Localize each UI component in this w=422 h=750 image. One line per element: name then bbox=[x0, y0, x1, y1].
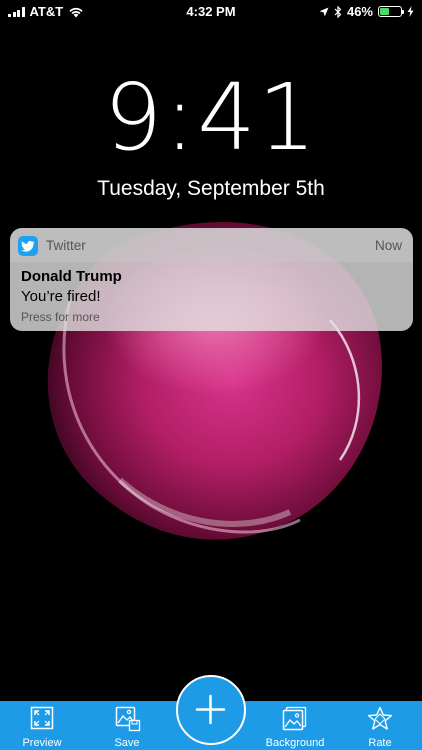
bluetooth-icon bbox=[334, 5, 342, 18]
notification-title: Donald Trump bbox=[21, 268, 122, 285]
notification-body: You’re fired! bbox=[21, 288, 101, 305]
lock-screen-date: Tuesday, September 5th bbox=[97, 177, 325, 200]
save-label: Save bbox=[114, 737, 140, 749]
add-button[interactable] bbox=[176, 675, 246, 745]
rate-button[interactable]: Rate bbox=[352, 701, 408, 750]
notification-hint: Press for more bbox=[21, 310, 100, 324]
rate-label: Rate bbox=[368, 737, 392, 749]
battery-icon bbox=[378, 6, 404, 17]
plus-icon bbox=[195, 694, 226, 725]
background-label: Background bbox=[265, 737, 325, 749]
battery-level-fill bbox=[380, 8, 390, 15]
status-right: 46% bbox=[319, 4, 414, 19]
twitter-bird-icon bbox=[18, 236, 38, 256]
save-button[interactable]: Save bbox=[96, 701, 158, 750]
location-arrow-icon bbox=[319, 7, 329, 16]
preview-label: Preview bbox=[22, 737, 62, 749]
rate-star-icon bbox=[367, 706, 393, 730]
notification-app-name: Twitter bbox=[46, 238, 86, 253]
battery-percent: 46% bbox=[346, 4, 373, 19]
background-image-icon bbox=[282, 706, 307, 731]
preview-frame-icon bbox=[30, 706, 54, 730]
save-image-icon bbox=[115, 706, 141, 732]
background-button[interactable]: Background bbox=[258, 701, 332, 750]
status-bar: AT&T 4:32 PM 46% bbox=[0, 0, 422, 24]
charging-bolt-icon bbox=[407, 6, 414, 17]
lock-screen-clock: 9:41 bbox=[103, 64, 319, 171]
notification-time: Now bbox=[374, 238, 402, 253]
battery-cap bbox=[402, 10, 404, 14]
twitter-notification[interactable]: Twitter Now Donald Trump You’re fired! P… bbox=[10, 228, 413, 331]
notification-header: Twitter Now bbox=[10, 228, 413, 262]
preview-button[interactable]: Preview bbox=[10, 701, 74, 750]
